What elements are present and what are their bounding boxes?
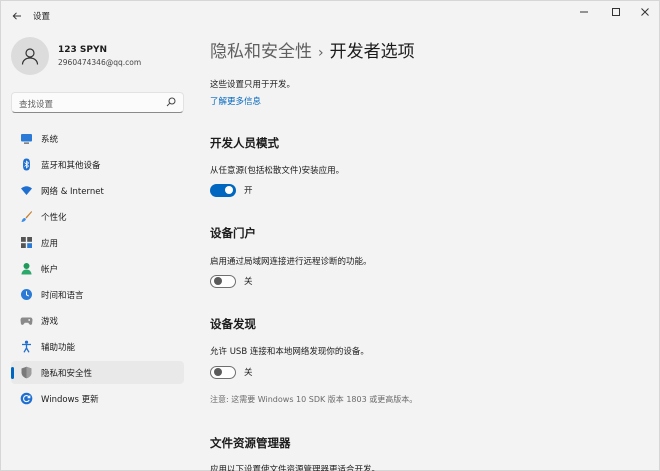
sidebar-item-bluetooth[interactable]: 蓝牙和其他设备 xyxy=(11,153,184,176)
toggle-knob xyxy=(214,368,222,376)
learn-more-link[interactable]: 了解更多信息 xyxy=(210,95,261,107)
device-discovery-desc: 允许 USB 连接和本地网络发现你的设备。 xyxy=(210,347,369,357)
sidebar-item-privacy-security[interactable]: 隐私和安全性 xyxy=(11,361,184,384)
avatar xyxy=(11,37,49,75)
breadcrumb-parent[interactable]: 隐私和安全性 xyxy=(210,42,312,62)
developer-mode-title: 开发人员模式 xyxy=(210,136,279,150)
apps-icon xyxy=(19,236,33,250)
wifi-icon xyxy=(19,184,33,198)
maximize-icon xyxy=(612,8,620,16)
gamepad-icon xyxy=(19,314,33,328)
device-discovery-toggle[interactable] xyxy=(210,365,236,379)
developer-mode-toggle[interactable] xyxy=(210,183,236,197)
device-portal-toggle[interactable] xyxy=(210,274,236,288)
sidebar-nav: 系统 蓝牙和其他设备 网络 & Internet 个性化 应用 帐户 时间和语言… xyxy=(11,127,184,413)
sidebar-item-personalization[interactable]: 个性化 xyxy=(11,205,184,228)
device-discovery-row: 关 xyxy=(210,365,253,379)
sidebar-item-label: 辅助功能 xyxy=(41,342,76,353)
close-icon xyxy=(641,8,649,16)
device-discovery-title: 设备发现 xyxy=(210,317,256,331)
search-placeholder: 查找设置 xyxy=(19,100,54,110)
sidebar-item-label: 蓝牙和其他设备 xyxy=(41,160,101,171)
maximize-button[interactable] xyxy=(601,1,631,23)
device-portal-title: 设备门户 xyxy=(210,226,256,240)
search-input[interactable]: 查找设置 xyxy=(11,92,184,113)
user-email: 2960474346@qq.com xyxy=(58,58,142,67)
sidebar-item-label: Windows 更新 xyxy=(41,394,99,405)
file-explorer-title: 文件资源管理器 xyxy=(210,436,291,450)
sidebar-item-label: 系统 xyxy=(41,134,59,145)
device-portal-desc: 启用通过局域网连接进行远程诊断的功能。 xyxy=(210,257,372,267)
device-portal-toggle-label: 关 xyxy=(244,277,253,287)
monitor-icon xyxy=(19,132,33,146)
toggle-knob xyxy=(225,186,233,194)
sidebar-item-label: 网络 & Internet xyxy=(41,186,104,197)
sdk-note: 注意: 这需要 Windows 10 SDK 版本 1803 或更高版本。 xyxy=(210,395,418,404)
developer-mode-desc: 从任意源(包括松散文件)安装应用。 xyxy=(210,166,345,176)
breadcrumb: 隐私和安全性 › 开发者选项 xyxy=(210,37,415,62)
sidebar-item-label: 时间和语言 xyxy=(41,290,84,301)
account-icon xyxy=(19,262,33,276)
sidebar-item-system[interactable]: 系统 xyxy=(11,127,184,150)
sidebar-item-network[interactable]: 网络 & Internet xyxy=(11,179,184,202)
back-arrow-icon xyxy=(12,12,21,20)
sidebar-item-label: 隐私和安全性 xyxy=(41,368,93,379)
device-discovery-toggle-label: 关 xyxy=(244,368,253,378)
person-icon xyxy=(21,48,39,65)
user-name: 123 SPYN xyxy=(58,45,108,55)
title-bar: 设置 xyxy=(1,1,659,31)
device-portal-row: 关 xyxy=(210,274,253,288)
sidebar-item-time-language[interactable]: 时间和语言 xyxy=(11,283,184,306)
update-icon xyxy=(19,392,33,406)
settings-window: 设置 123 SPYN 2960474346@qq.com 查找设置 系统 蓝牙… xyxy=(0,0,660,471)
search-icon[interactable] xyxy=(166,97,176,110)
sidebar-item-accounts[interactable]: 帐户 xyxy=(11,257,184,280)
sidebar-item-label: 个性化 xyxy=(41,212,67,223)
page-title: 开发者选项 xyxy=(329,42,415,62)
file-explorer-desc: 应用以下设置使文件资源管理器更适合开发。 xyxy=(210,465,381,471)
breadcrumb-separator: › xyxy=(318,45,324,61)
sidebar-item-label: 游戏 xyxy=(41,316,59,327)
accessibility-icon xyxy=(19,340,33,354)
sidebar-item-gaming[interactable]: 游戏 xyxy=(11,309,184,332)
sidebar-item-apps[interactable]: 应用 xyxy=(11,231,184,254)
sidebar-item-windows-update[interactable]: Windows 更新 xyxy=(11,387,184,410)
sidebar-item-label: 应用 xyxy=(41,238,59,249)
developer-mode-row: 开 xyxy=(210,183,253,197)
app-title: 设置 xyxy=(33,12,51,22)
brush-icon xyxy=(19,210,33,224)
minimize-button[interactable] xyxy=(569,1,599,23)
developer-mode-toggle-label: 开 xyxy=(244,186,253,196)
bluetooth-icon xyxy=(19,158,33,172)
intro-text: 这些设置只用于开发。 xyxy=(210,80,296,90)
sidebar-item-accessibility[interactable]: 辅助功能 xyxy=(11,335,184,358)
close-button[interactable] xyxy=(630,1,660,23)
globe-clock-icon xyxy=(19,288,33,302)
back-button[interactable] xyxy=(7,7,27,25)
sidebar-item-label: 帐户 xyxy=(41,264,59,275)
minimize-icon xyxy=(580,11,588,13)
shield-icon xyxy=(19,366,33,380)
toggle-knob xyxy=(214,277,222,285)
